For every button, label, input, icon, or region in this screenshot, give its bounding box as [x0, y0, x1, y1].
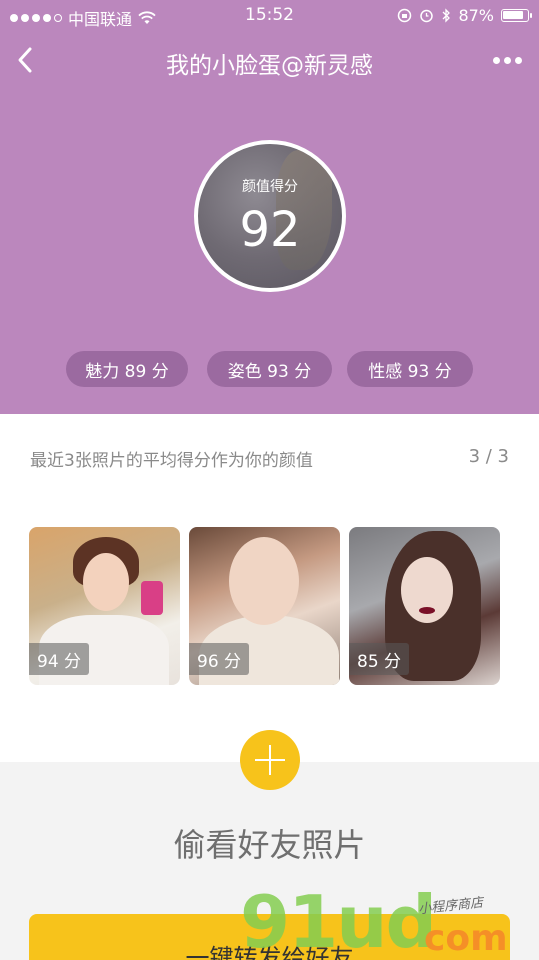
profile-header: 中国联通 15:52 87% 我的小脸蛋@新灵感 颜值得分 92 魅力 89 分…: [0, 0, 539, 414]
photos-count: 3 / 3: [468, 446, 509, 467]
photo-score: 96 分: [189, 643, 250, 675]
battery-icon: [501, 9, 532, 22]
photo-thumbnail[interactable]: 85 分: [349, 527, 500, 685]
charm-score-pill: 魅力 89 分: [66, 351, 188, 387]
bluetooth-icon: [442, 8, 451, 23]
more-button[interactable]: [487, 48, 527, 72]
photos-hint: 最近3张照片的平均得分作为你的颜值: [30, 451, 313, 471]
alarm-icon: [420, 9, 434, 23]
add-photo-button[interactable]: [240, 730, 300, 790]
status-right: 87%: [397, 6, 532, 25]
peek-friends-title: 偷看好友照片: [173, 826, 366, 864]
looks-score-pill: 姿色 93 分: [207, 351, 332, 387]
sexy-score-pill: 性感 93 分: [347, 351, 473, 387]
photo-list: 94 分 96 分 85 分: [0, 527, 539, 685]
more-dots-icon: [492, 56, 500, 64]
watermark-logo: 91ud: [240, 880, 437, 960]
score-value: 92: [239, 202, 301, 258]
rotation-lock-icon: [398, 8, 412, 23]
photo-thumbnail[interactable]: 94 分: [29, 527, 180, 685]
watermark-suffix: com: [424, 918, 508, 959]
page-title: 我的小脸蛋@新灵感: [166, 53, 373, 79]
battery-percent: 87%: [458, 6, 494, 25]
photo-score: 94 分: [29, 643, 90, 675]
plus-icon: [255, 745, 285, 775]
navigation-bar: 我的小脸蛋@新灵感: [0, 30, 539, 90]
score-avatar: 颜值得分 92: [194, 140, 346, 292]
photo-score: 85 分: [349, 643, 410, 675]
score-label: 颜值得分: [242, 179, 298, 195]
status-bar: 中国联通 15:52 87%: [0, 0, 539, 30]
photos-header: 最近3张照片的平均得分作为你的颜值 3 / 3: [0, 440, 539, 476]
photo-thumbnail[interactable]: 96 分: [189, 527, 340, 685]
